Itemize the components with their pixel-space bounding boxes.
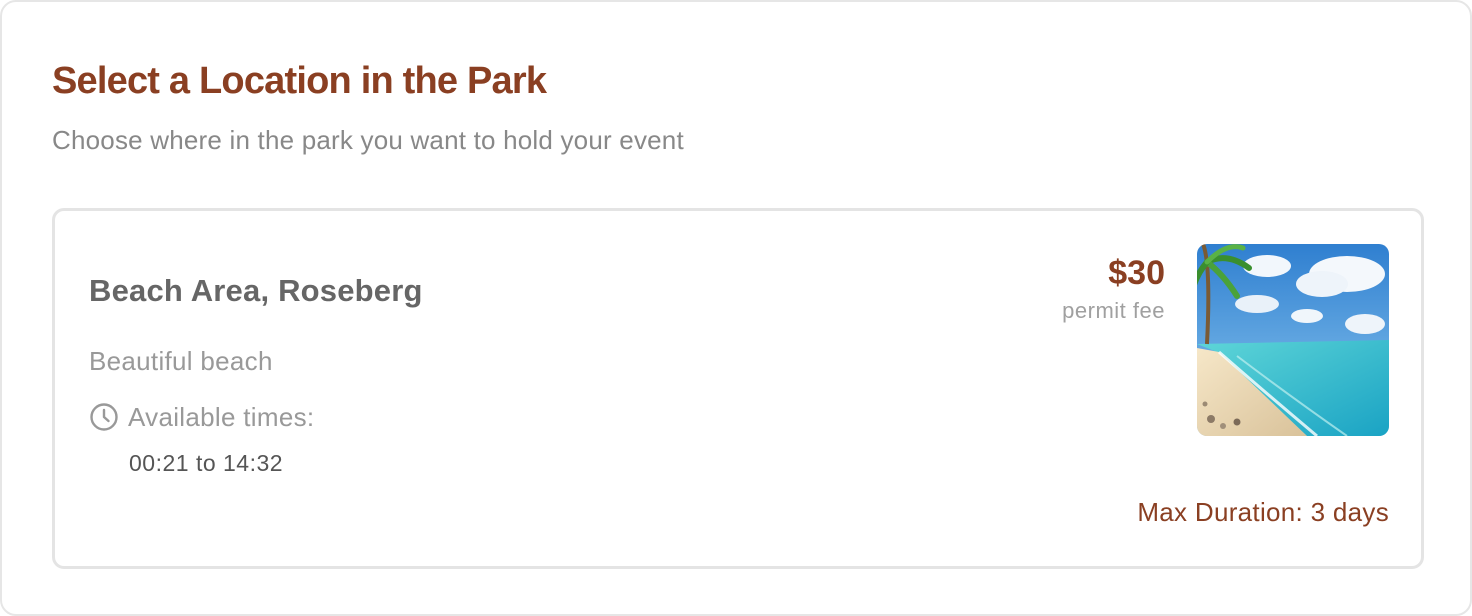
available-times-value: 00:21 to 14:32 [129,450,284,476]
page-subtitle: Choose where in the park you want to hol… [52,125,684,155]
clock-icon [90,403,118,431]
location-image [1197,244,1389,436]
location-name: Beach Area, Roseberg [89,273,423,308]
location-card[interactable]: Beach Area, Roseberg Beautiful beach Ava… [52,208,1424,569]
available-times-label: Available times: [128,402,315,432]
permit-fee-amount: $30 [1108,254,1165,292]
available-times-row: Available times: [89,401,314,433]
max-duration: Max Duration: 3 days [1137,497,1389,527]
beach-photo-icon [1197,244,1389,436]
permit-fee-label: permit fee [1062,298,1165,323]
location-selection-panel: Select a Location in the Park Choose whe… [0,0,1472,616]
fee-block: $30 permit fee [1062,251,1165,325]
location-description: Beautiful beach [89,346,273,376]
page-title: Select a Location in the Park [52,60,547,102]
